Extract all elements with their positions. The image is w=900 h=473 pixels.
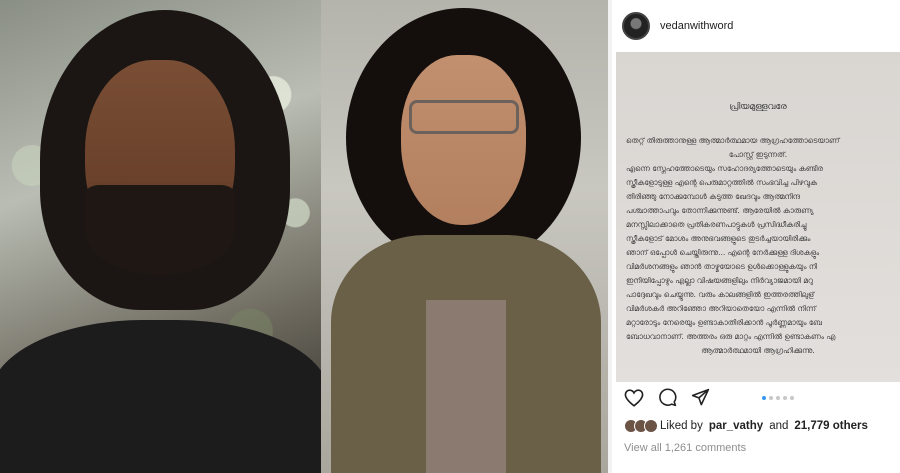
post-line: പാദ്ദേഖവും ചെയ്യുന്നു. വരും കാലങ്ങളിൽ ഇത…: [626, 290, 815, 299]
post-header: vedanwithword: [612, 0, 900, 52]
post-line: വിമർശനങ്ങളും ഞാൻ താഴ്മയോടെ ഉൾക്കൊള്ളുകയു…: [626, 262, 818, 271]
avatar: [644, 419, 658, 433]
photo-woman: [321, 0, 608, 473]
share-icon[interactable]: [691, 388, 710, 407]
comment-icon[interactable]: [658, 388, 677, 407]
username[interactable]: vedanwithword: [660, 20, 733, 32]
post-line: ഞാന് ഒപ്പോൾ ചെയ്തിരുന്നു... എന്റെ നേർക്ക…: [626, 248, 820, 257]
post-line: ഇനിയിപ്പോഴും എല്ലാ വിഷയങ്ങളിലും നിർവ്യാജ…: [626, 276, 813, 285]
instagram-post-panel: vedanwithword പ്രിയമുള്ളവരേ തെറ്റ് തിരുത…: [608, 0, 900, 473]
view-comments-link[interactable]: View all 1,261 comments: [624, 442, 746, 454]
post-line: വിമർശകർ അറിഞ്ഞോ അറിയാതെയോ എന്നിൽ നിന്ന്: [626, 304, 816, 313]
carousel-dot[interactable]: [790, 396, 794, 400]
carousel-dots: [762, 396, 794, 400]
photo-shirt: [0, 320, 321, 473]
likes-count[interactable]: 21,779 others: [794, 420, 868, 432]
liker-username[interactable]: par_vathy: [709, 420, 763, 432]
image-collage: vedanwithword പ്രിയമുള്ളവരേ തെറ്റ് തിരുത…: [0, 0, 900, 473]
photo-man: [0, 0, 321, 473]
avatar[interactable]: [622, 12, 650, 40]
heart-icon[interactable]: [624, 388, 644, 407]
post-actions: [624, 388, 710, 407]
photo-glasses: [409, 100, 519, 134]
carousel-dot[interactable]: [762, 396, 766, 400]
post-line: പശ്ചാത്താപവും തോന്നിക്കുന്നുണ്ട്. ആരേയിൽ…: [626, 206, 814, 215]
post-line: തിരിഞ്ഞു നോക്കുമ്പോൾ കടുത്ത ഖേദവും ആത്മന…: [626, 192, 801, 201]
photo-top: [426, 300, 506, 473]
post-line: എന്നെ സ്നേഹത്തോടെയും സഹോദര്യത്തോടെയും കണ…: [626, 164, 823, 173]
carousel-dot[interactable]: [776, 396, 780, 400]
post-line: തെറ്റ് തിരുത്താനുള്ള ആത്മാർത്ഥമായ ആഗ്രഹത…: [626, 136, 840, 145]
post-line: സ്ത്രീകളോടുള്ള എന്റെ പെരുമാറ്റത്തിൽ സംഭവ…: [626, 178, 818, 187]
post-line: ബോധവാനാണ്. അത്തരം ഒരു മാറ്റം എന്നിൽ ഉണ്ട…: [626, 332, 836, 341]
likes-prefix: Liked by: [660, 420, 703, 432]
post-line: പോസ്റ്റ് ഇടുന്നത്.: [728, 150, 788, 159]
post-line: മനസ്സിലാക്കാതെ പ്രതികരണപാട്ടുകൾ പ്രസിദ്ധ…: [626, 220, 807, 229]
post-title: പ്രിയമുള്ളവരേ: [729, 102, 787, 112]
carousel-dot[interactable]: [783, 396, 787, 400]
post-image-text: പ്രിയമുള്ളവരേ തെറ്റ് തിരുത്താനുള്ള ആത്മാ…: [616, 52, 900, 382]
carousel-dot[interactable]: [769, 396, 773, 400]
likes-row: Liked by par_vathy and 21,779 others: [624, 419, 868, 433]
post-line: സ്ത്രീകളോട് മോശം അനുഭവങ്ങളുടെ തുടർച്ചയായ…: [626, 234, 811, 243]
photo-face: [401, 55, 526, 225]
liker-avatars: [624, 419, 658, 433]
photo-beard: [85, 185, 235, 275]
likes-connector: and: [769, 420, 789, 432]
post-line: മറ്റാരോടും നേരെയും ഉണ്ടാകാതിരിക്കാൻ പൂർണ…: [626, 318, 822, 327]
post-line: ആത്മാർത്ഥമായി ആഗ്രഹിക്കുന്നു.: [701, 346, 815, 355]
